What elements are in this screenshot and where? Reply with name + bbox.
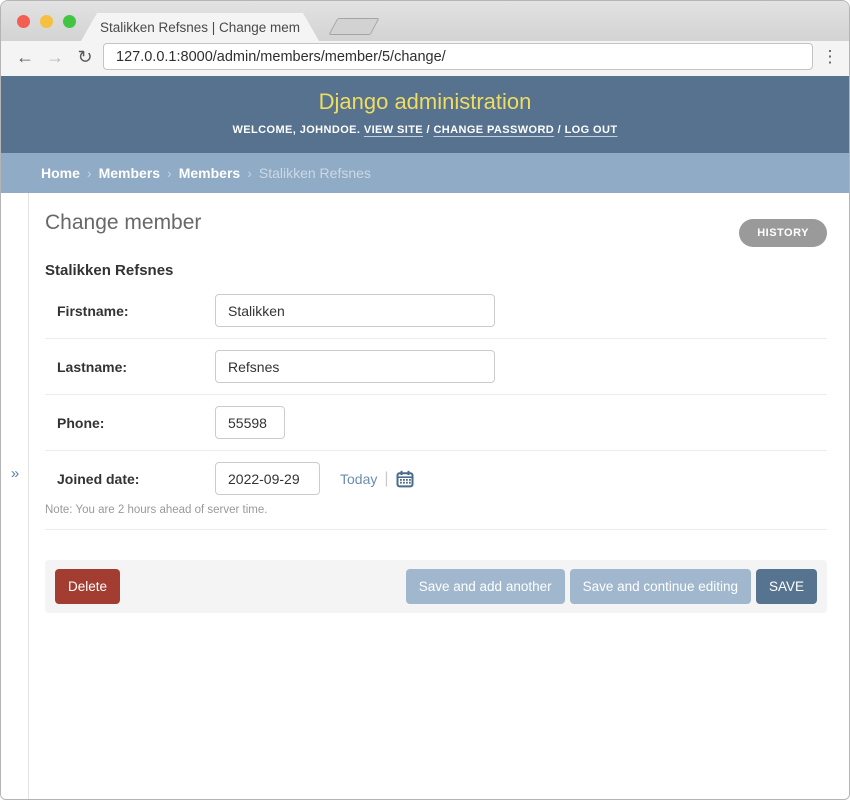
browser-tab-bar: Stalikken Refsnes | Change mem (1, 1, 849, 41)
back-icon[interactable]: ← (13, 48, 37, 66)
lastname-label: Lastname: (45, 359, 215, 375)
submit-row: Delete Save and add another Save and con… (45, 560, 827, 613)
calendar-icon[interactable] (396, 470, 414, 488)
forward-icon[interactable]: → (43, 48, 67, 66)
sidebar-toggle-icon[interactable]: » (1, 465, 29, 482)
firstname-field[interactable] (215, 294, 495, 327)
breadcrumb-current: Stalikken Refsnes (259, 165, 371, 181)
browser-toolbar: ← → ↻ ⋮ (1, 41, 849, 76)
admin-header: Django administration WELCOME, JOHNDOE. … (1, 76, 849, 153)
form-row-joined-date: Joined date: Today | (45, 451, 827, 530)
form-row-phone: Phone: (45, 395, 827, 451)
main-panel: Change member HISTORY Stalikken Refsnes … (29, 193, 849, 799)
history-button[interactable]: HISTORY (739, 219, 827, 247)
firstname-label: Firstname: (45, 303, 215, 319)
reload-icon[interactable]: ↻ (73, 48, 97, 66)
welcome-text: WELCOME, (233, 124, 297, 136)
browser-menu-icon[interactable]: ⋮ (819, 47, 841, 67)
logout-link[interactable]: LOG OUT (565, 124, 618, 136)
timezone-note: Note: You are 2 hours ahead of server ti… (45, 495, 827, 518)
breadcrumb-members-model[interactable]: Members (179, 165, 240, 181)
browser-window: Stalikken Refsnes | Change mem ← → ↻ ⋮ D… (0, 0, 850, 800)
object-name: Stalikken Refsnes (45, 262, 827, 279)
save-button[interactable]: SAVE (756, 569, 817, 604)
phone-field[interactable] (215, 406, 285, 439)
joined-date-label: Joined date: (45, 471, 215, 487)
content-area: » Change member HISTORY Stalikken Refsne… (1, 193, 849, 799)
page-title: Change member (45, 211, 201, 235)
breadcrumb-members-app[interactable]: Members (99, 165, 160, 181)
save-continue-button[interactable]: Save and continue editing (570, 569, 751, 604)
phone-label: Phone: (45, 415, 215, 431)
today-link[interactable]: Today (340, 471, 377, 487)
close-window-button[interactable] (17, 15, 30, 28)
view-site-link[interactable]: VIEW SITE (364, 124, 423, 136)
collapsed-sidebar: » (1, 193, 29, 799)
browser-tab[interactable]: Stalikken Refsnes | Change mem (81, 13, 319, 41)
lastname-field[interactable] (215, 350, 495, 383)
new-tab-button[interactable] (328, 18, 379, 35)
form-row-firstname: Firstname: (45, 283, 827, 339)
admin-title: Django administration (1, 76, 849, 115)
save-add-another-button[interactable]: Save and add another (406, 569, 565, 604)
form-row-lastname: Lastname: (45, 339, 827, 395)
change-password-link[interactable]: CHANGE PASSWORD (433, 124, 554, 136)
username: JOHNDOE (300, 124, 357, 136)
breadcrumb-home[interactable]: Home (41, 165, 80, 181)
maximize-window-button[interactable] (63, 15, 76, 28)
window-controls (17, 15, 76, 28)
url-input[interactable] (103, 43, 813, 70)
minimize-window-button[interactable] (40, 15, 53, 28)
breadcrumb: Home › Members › Members › Stalikken Ref… (1, 153, 849, 193)
delete-button[interactable]: Delete (55, 569, 120, 604)
user-tools: WELCOME, JOHNDOE. VIEW SITE / CHANGE PAS… (1, 124, 849, 136)
joined-date-field[interactable] (215, 462, 320, 495)
tab-title: Stalikken Refsnes | Change mem (100, 20, 300, 35)
